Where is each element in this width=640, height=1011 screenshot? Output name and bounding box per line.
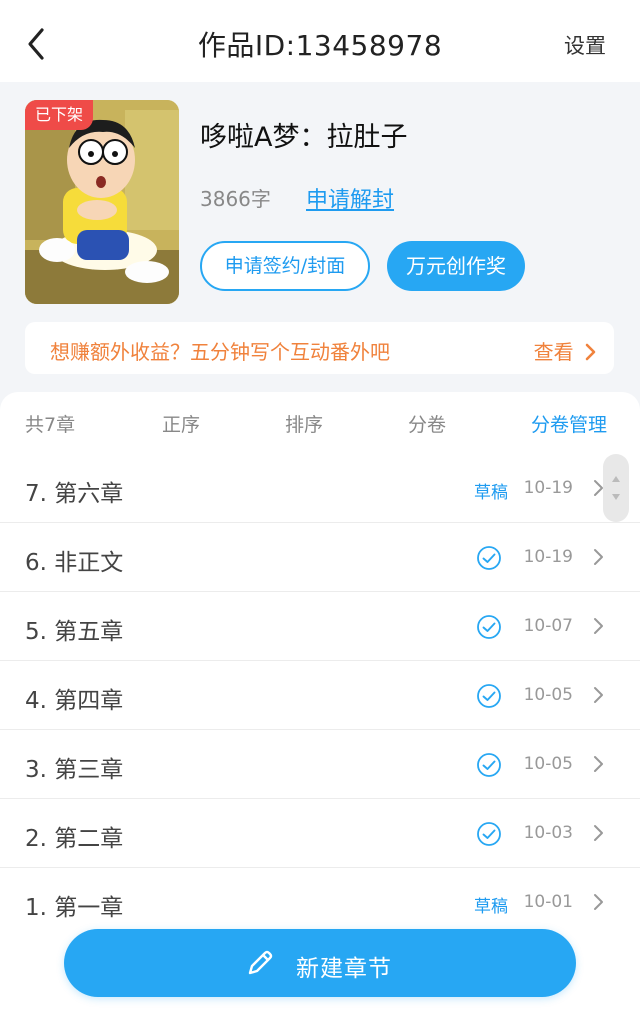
chevron-right-icon — [594, 618, 603, 634]
promo-banner[interactable]: 想赚额外收益？五分钟写个互动番外吧 查看 — [25, 322, 614, 374]
tab-volume-manage[interactable]: 分卷管理 — [531, 410, 607, 437]
chapter-date: 10-07 — [523, 616, 573, 636]
draft-badge: 草稿 — [474, 897, 508, 917]
chapter-title: 5. 第五章 — [25, 619, 124, 645]
chevron-right-icon — [594, 756, 603, 772]
chapter-date: 10-05 — [523, 685, 573, 705]
cover-illustration — [25, 100, 179, 304]
chapter-title: 4. 第四章 — [25, 688, 124, 714]
chapter-row[interactable]: 1. 第一章 草稿 10-01 — [0, 868, 640, 937]
scroll-handle[interactable] — [603, 454, 629, 522]
chapter-date: 10-03 — [523, 823, 573, 843]
new-chapter-label: 新建章节 — [296, 956, 392, 982]
check-icon — [477, 546, 501, 570]
book-cover[interactable]: 已下架 — [25, 100, 179, 304]
chapter-title: 1. 第一章 — [25, 895, 124, 921]
chapter-count: 共7章 — [25, 414, 76, 436]
check-icon — [477, 615, 501, 639]
book-title: 哆啦A梦：拉肚子 — [200, 122, 408, 153]
check-icon — [477, 822, 501, 846]
chapter-row[interactable]: 3. 第三章 10-05 — [0, 730, 640, 799]
chapter-date: 10-19 — [523, 478, 573, 498]
chapter-row[interactable]: 4. 第四章 10-05 — [0, 661, 640, 730]
promo-view-link[interactable]: 查看 — [534, 336, 596, 365]
tab-order[interactable]: 正序 — [162, 410, 200, 437]
draft-badge: 草稿 — [474, 483, 508, 503]
promo-text: 想赚额外收益？五分钟写个互动番外吧 — [50, 340, 390, 364]
chapter-date: 10-05 — [523, 754, 573, 774]
word-count: 3866字 — [200, 187, 271, 211]
chapter-toolbar: 共7章 正序 排序 分卷 分卷管理 — [0, 410, 640, 440]
chevron-right-icon — [594, 825, 603, 841]
chapter-row[interactable]: 2. 第二章 10-03 — [0, 799, 640, 868]
chapter-date: 10-19 — [523, 547, 573, 567]
chevron-right-icon — [585, 343, 596, 361]
tab-volume[interactable]: 分卷 — [408, 410, 446, 437]
new-chapter-button[interactable]: 新建章节 — [64, 929, 576, 997]
chapter-row[interactable]: 5. 第五章 10-07 — [0, 592, 640, 661]
chapter-date: 10-01 — [523, 892, 573, 912]
award-button[interactable]: 万元创作奖 — [387, 241, 525, 291]
chapter-row[interactable]: 7. 第六章 草稿 10-19 — [0, 454, 640, 523]
chapter-title: 2. 第二章 — [25, 826, 124, 852]
settings-button[interactable]: 设置 — [564, 30, 606, 60]
page-title: 作品ID:13458978 — [197, 29, 443, 62]
unseal-link[interactable]: 申请解封 — [306, 182, 394, 214]
chapter-row[interactable]: 6. 非正文 10-19 — [0, 523, 640, 592]
tab-sort[interactable]: 排序 — [285, 410, 323, 437]
chevron-right-icon — [594, 549, 603, 565]
chevron-right-icon — [594, 687, 603, 703]
sort-arrows-icon — [612, 476, 620, 500]
check-icon — [477, 753, 501, 777]
chevron-right-icon — [594, 894, 603, 910]
chapter-title: 7. 第六章 — [25, 481, 124, 507]
sign-contract-button[interactable]: 申请签约/封面 — [200, 241, 370, 291]
chapter-title: 6. 非正文 — [25, 550, 124, 576]
check-icon — [477, 684, 501, 708]
chapter-title: 3. 第三章 — [25, 757, 124, 783]
pencil-icon — [248, 950, 273, 975]
promo-link-label: 查看 — [533, 340, 574, 364]
status-badge: 已下架 — [25, 100, 93, 130]
top-bar: 作品ID:13458978 设置 — [0, 0, 640, 82]
